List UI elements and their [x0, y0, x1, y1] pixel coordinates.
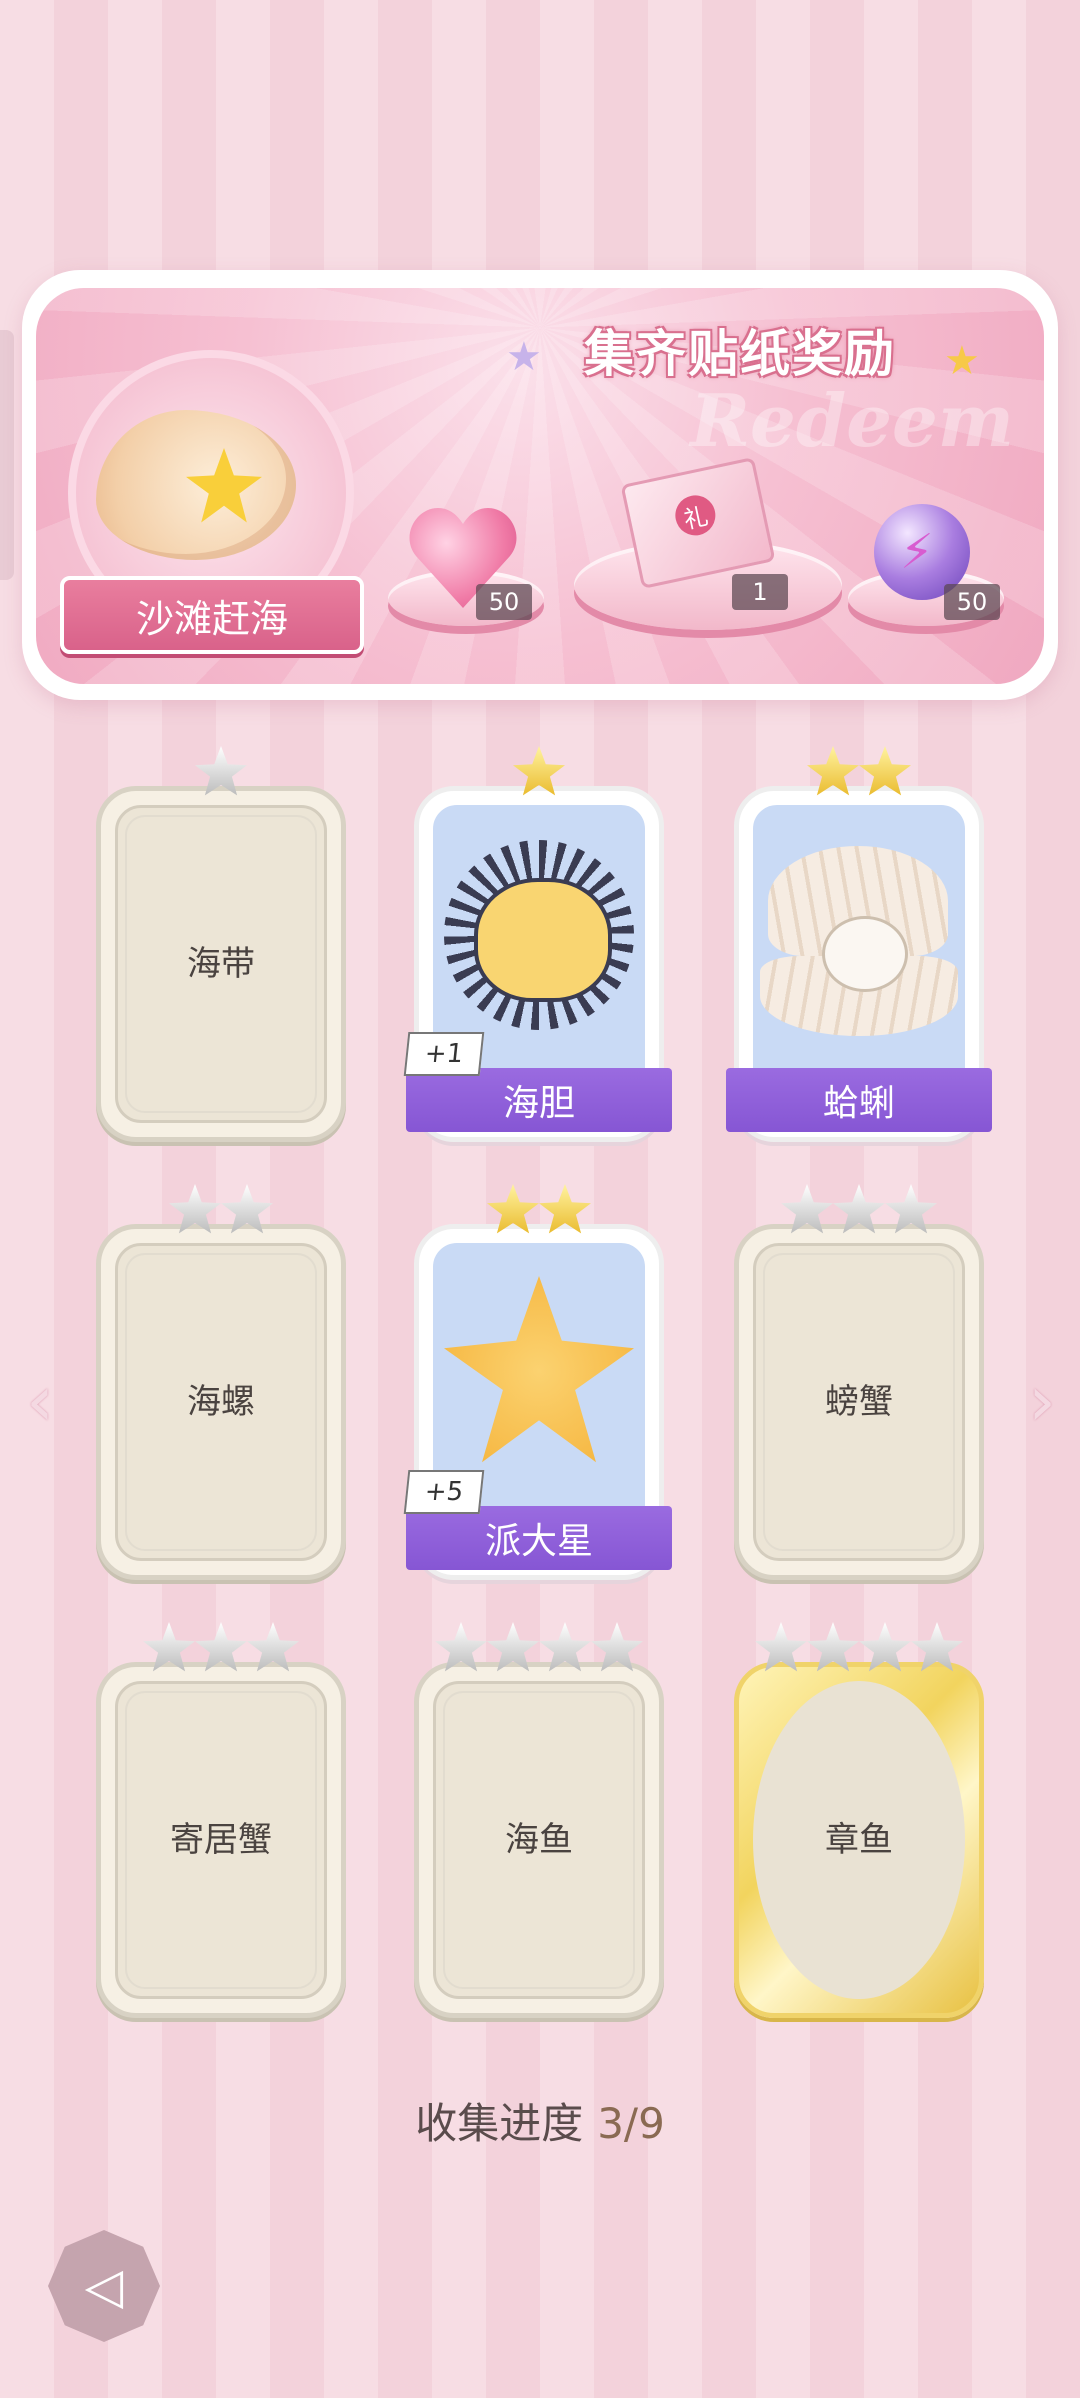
rarity-stars — [734, 1622, 984, 1676]
card-name: 螃蟹 — [825, 1382, 893, 1422]
card-name: 蛤蜊 — [726, 1068, 992, 1132]
rarity-stars — [414, 1184, 664, 1238]
sticker-card[interactable]: 派大星 +5 — [403, 1184, 672, 1580]
star-icon — [885, 1184, 937, 1234]
star-icon — [591, 1622, 643, 1672]
sticker-card[interactable]: 章鱼 — [734, 1622, 984, 2018]
prev-page-arrow-icon[interactable]: ‹ — [20, 1360, 60, 1442]
back-arrow-icon: ◁ — [84, 2257, 124, 2315]
reward-count: 1 — [732, 574, 788, 610]
sea-urchin-face — [474, 878, 612, 1002]
star-icon — [435, 1622, 487, 1672]
collection-progress: 收集进度 3/9 — [0, 2090, 1080, 2151]
collection-name: 沙滩赶海 — [60, 576, 364, 654]
star-icon — [195, 746, 247, 796]
card-name: 寄居蟹 — [170, 1820, 272, 1860]
star-icon — [169, 1184, 221, 1234]
reward-count: 50 — [944, 584, 1000, 620]
next-page-arrow-icon[interactable]: › — [1022, 1360, 1062, 1442]
purple-star-icon: ★ — [506, 334, 542, 380]
rarity-stars — [96, 1184, 346, 1238]
duplicate-count-badge: +1 — [403, 1032, 485, 1076]
progress-label: 收集进度 — [415, 2099, 584, 2148]
rarity-stars — [734, 1184, 984, 1238]
card-name: 派大星 — [406, 1506, 672, 1570]
sticker-card[interactable]: 寄居蟹 — [96, 1622, 346, 2018]
star-icon — [755, 1622, 807, 1672]
star-icon — [833, 1184, 885, 1234]
star-icon — [911, 1622, 963, 1672]
banner-title: 集齐贴纸奖励 — [584, 325, 896, 383]
rarity-stars — [734, 746, 984, 800]
star-icon — [539, 1184, 591, 1234]
duplicate-count-badge: +5 — [403, 1470, 485, 1514]
sticker-card[interactable]: 蛤蜊 — [726, 746, 992, 1142]
card-name: 海鱼 — [505, 1820, 573, 1860]
yellow-star-icon: ★ — [944, 338, 980, 384]
sticker-card[interactable]: 海鱼 — [414, 1622, 664, 2018]
sticker-card[interactable]: 海胆 +1 — [403, 746, 672, 1142]
card-name: 章鱼 — [825, 1820, 893, 1860]
rarity-stars — [414, 1622, 664, 1676]
sticker-card[interactable]: 螃蟹 — [734, 1184, 984, 1580]
rarity-stars — [96, 1622, 346, 1676]
star-icon — [247, 1622, 299, 1672]
rarity-stars — [96, 746, 346, 800]
card-name: 海螺 — [187, 1382, 255, 1422]
back-button[interactable]: ◁ — [48, 2230, 160, 2342]
star-icon — [807, 746, 859, 796]
star-icon — [143, 1622, 195, 1672]
sticker-card[interactable]: 海带 — [96, 746, 346, 1142]
sticker-card[interactable]: 海螺 — [96, 1184, 346, 1580]
star-icon — [487, 1184, 539, 1234]
star-icon — [487, 1622, 539, 1672]
star-icon — [539, 1622, 591, 1672]
rarity-stars — [414, 746, 664, 800]
star-icon — [221, 1184, 273, 1234]
star-icon — [859, 746, 911, 796]
card-name: 海带 — [187, 944, 255, 984]
star-icon — [781, 1184, 833, 1234]
card-name: 海胆 — [406, 1068, 672, 1132]
star-icon — [513, 746, 565, 796]
star-icon — [195, 1622, 247, 1672]
progress-value: 3/9 — [597, 2099, 665, 2148]
star-icon — [859, 1622, 911, 1672]
reward-count: 50 — [476, 584, 532, 620]
clam-icon — [760, 836, 958, 1036]
star-icon — [807, 1622, 859, 1672]
side-tab[interactable] — [0, 330, 14, 580]
